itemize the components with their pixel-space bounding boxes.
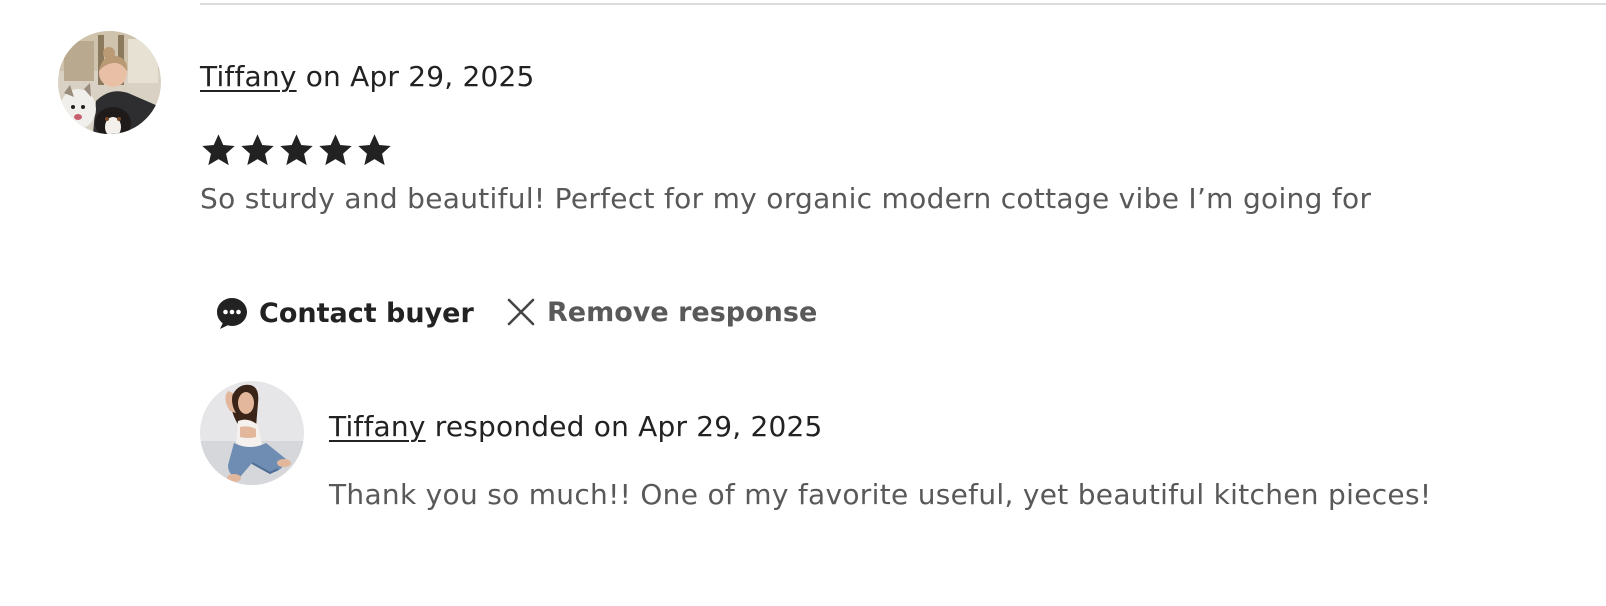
review-text: So sturdy and beautiful! Perfect for my … <box>200 182 1372 215</box>
review-meta: Tiffany on Apr 29, 2025 <box>200 60 535 93</box>
review-date: on Apr 29, 2025 <box>296 60 535 93</box>
star-icon <box>278 132 315 169</box>
remove-response-label: Remove response <box>547 296 818 328</box>
close-icon <box>505 296 537 328</box>
response-text: Thank you so much!! One of my favorite u… <box>329 478 1432 511</box>
star-icon <box>317 132 354 169</box>
response-meta: Tiffany responded on Apr 29, 2025 <box>329 410 823 443</box>
responder-name-link[interactable]: Tiffany <box>329 410 426 443</box>
contact-buyer-button[interactable]: Contact buyer <box>215 296 474 330</box>
star-icon <box>200 132 237 169</box>
reviewer-avatar[interactable] <box>58 31 161 134</box>
star-icon <box>356 132 393 169</box>
seller-avatar[interactable] <box>200 381 304 485</box>
response-date: responded on Apr 29, 2025 <box>425 410 823 443</box>
star-rating <box>200 132 393 169</box>
review-item: Tiffany on Apr 29, 2025 So sturdy and be… <box>0 0 1606 606</box>
remove-response-button[interactable]: Remove response <box>505 296 817 328</box>
contact-buyer-label: Contact buyer <box>259 297 474 329</box>
reviewer-name-link[interactable]: Tiffany <box>200 60 297 93</box>
chat-bubble-icon <box>215 296 249 330</box>
divider <box>200 3 1606 5</box>
star-icon <box>239 132 276 169</box>
